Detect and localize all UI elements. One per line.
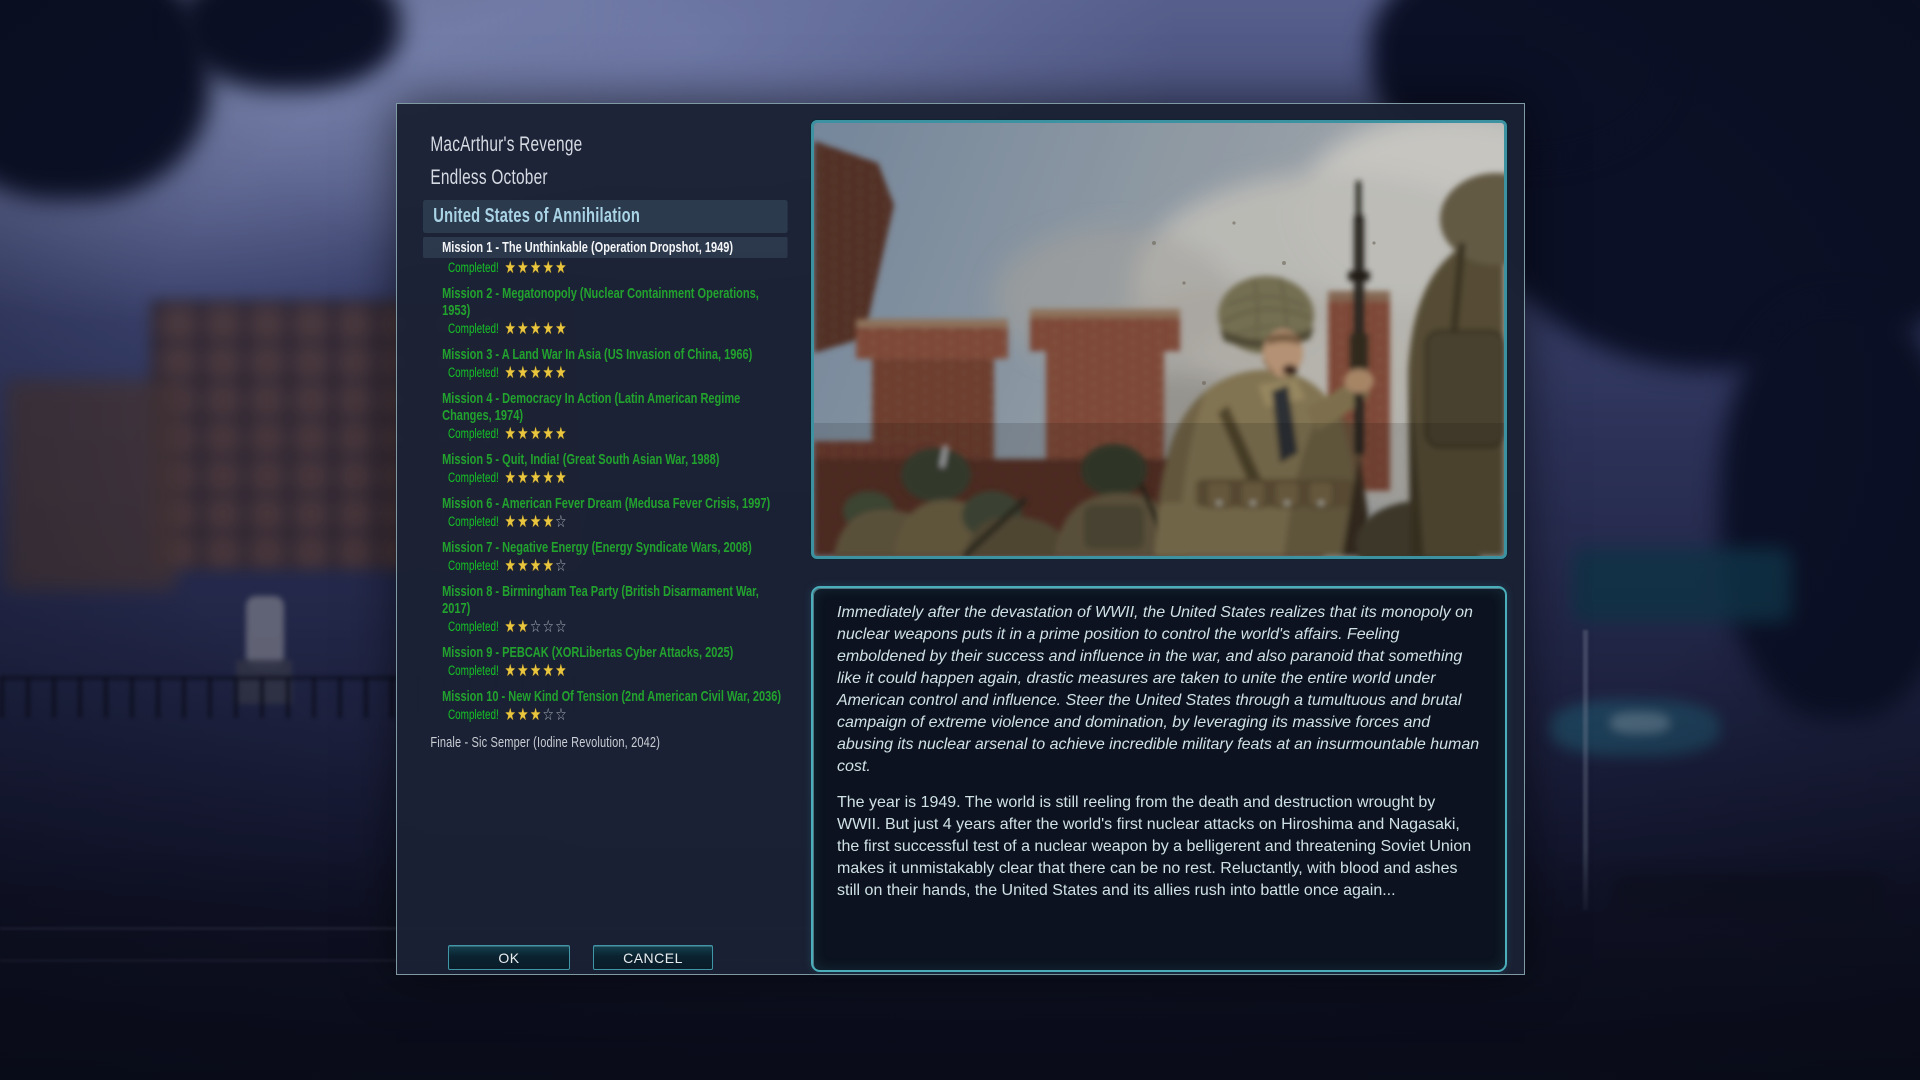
- mission-list-item[interactable]: Mission 5 - Quit, India! (Great South As…: [423, 451, 788, 487]
- mission-star-rating: ★★★★★: [505, 470, 568, 486]
- mission-title[interactable]: Mission 2 - Megatonopoly (Nuclear Contai…: [442, 285, 787, 319]
- mission-list-item[interactable]: Mission 10 - New Kind Of Tension (2nd Am…: [423, 688, 788, 724]
- mission-status-row: Completed! ★★★★★: [448, 258, 788, 277]
- mission-title[interactable]: Mission 7 - Negative Energy (Energy Synd…: [442, 539, 787, 556]
- mission-title[interactable]: Mission 9 - PEBCAK (XORLibertas Cyber At…: [442, 644, 787, 661]
- star-filled-icons: ★★: [505, 617, 530, 636]
- mission-status-row: Completed! ★★★★★: [448, 424, 788, 443]
- mission-star-rating: ★★★☆☆: [505, 707, 568, 723]
- mission-title[interactable]: Mission 3 - A Land War In Asia (US Invas…: [442, 346, 787, 363]
- mission-completed-label: Completed!: [448, 260, 499, 276]
- mission-completed-label: Completed!: [448, 514, 499, 530]
- mission-completed-label: Completed!: [448, 365, 499, 381]
- mission-list-item[interactable]: Mission 1 - The Unthinkable (Operation D…: [423, 237, 788, 277]
- ok-button[interactable]: OK: [448, 945, 570, 970]
- campaign-select-dialog: MacArthur's Revenge Endless October Unit…: [396, 103, 1525, 975]
- star-empty-icons: ☆: [555, 512, 568, 531]
- mission-status-row: Completed! ★★★★☆: [448, 512, 788, 531]
- mission-list: Mission 1 - The Unthinkable (Operation D…: [423, 237, 788, 724]
- mission-list-item[interactable]: Mission 8 - Birmingham Tea Party (Britis…: [423, 583, 788, 636]
- mission-star-rating: ★★★★☆: [505, 558, 568, 574]
- star-filled-icons: ★★★★★: [505, 319, 568, 338]
- mission-completed-label: Completed!: [448, 470, 499, 486]
- mission-list-item[interactable]: Mission 3 - A Land War In Asia (US Invas…: [423, 346, 788, 382]
- mission-status-row: Completed! ★★★★★: [448, 363, 788, 382]
- mission-list-item[interactable]: Mission 9 - PEBCAK (XORLibertas Cyber At…: [423, 644, 788, 680]
- campaign-description-panel: Immediately after the devastation of WWI…: [811, 586, 1507, 972]
- star-filled-icons: ★★★★★: [505, 363, 568, 382]
- mission-star-rating: ★★★★★: [505, 321, 568, 337]
- finale-item[interactable]: Finale - Sic Semper (Iodine Revolution, …: [430, 734, 787, 751]
- mission-star-rating: ★★★★☆: [505, 514, 568, 530]
- mission-status-row: Completed! ★★★★★: [448, 319, 788, 338]
- mission-title[interactable]: Mission 1 - The Unthinkable (Operation D…: [423, 237, 788, 258]
- mission-completed-label: Completed!: [448, 663, 499, 679]
- star-filled-icons: ★★★★: [505, 512, 556, 531]
- mission-list-item[interactable]: Mission 7 - Negative Energy (Energy Synd…: [423, 539, 788, 575]
- star-filled-icons: ★★★★★: [505, 258, 568, 277]
- star-filled-icons: ★★★: [505, 705, 543, 724]
- campaign-item[interactable]: Endless October: [430, 161, 787, 194]
- mission-list-item[interactable]: Mission 6 - American Fever Dream (Medusa…: [423, 495, 788, 531]
- wwii-rooftop-battle-photo: [814, 123, 1504, 556]
- mission-list-item[interactable]: Mission 2 - Megatonopoly (Nuclear Contai…: [423, 285, 788, 338]
- mission-star-rating: ★★★★★: [505, 663, 568, 679]
- campaign-list: MacArthur's Revenge Endless October Unit…: [423, 128, 788, 751]
- mission-title[interactable]: Mission 8 - Birmingham Tea Party (Britis…: [442, 583, 787, 617]
- mission-completed-label: Completed!: [448, 619, 499, 635]
- mission-completed-label: Completed!: [448, 707, 499, 723]
- mission-star-rating: ★★★★★: [505, 426, 568, 442]
- star-empty-icons: ☆: [555, 556, 568, 575]
- campaign-image-panel: [811, 120, 1507, 559]
- star-filled-icons: ★★★★★: [505, 468, 568, 487]
- mission-list-item[interactable]: Mission 4 - Democracy In Action (Latin A…: [423, 390, 788, 443]
- star-empty-icons: ☆☆☆: [530, 617, 568, 636]
- mission-completed-label: Completed!: [448, 558, 499, 574]
- mission-title[interactable]: Mission 5 - Quit, India! (Great South As…: [442, 451, 787, 468]
- mission-status-row: Completed! ★★★★★: [448, 468, 788, 487]
- description-paragraph-italic: Immediately after the devastation of WWI…: [837, 602, 1481, 778]
- mission-title[interactable]: Mission 6 - American Fever Dream (Medusa…: [442, 495, 787, 512]
- star-filled-icons: ★★★★: [505, 556, 556, 575]
- description-paragraph: The year is 1949. The world is still ree…: [837, 792, 1481, 902]
- mission-completed-label: Completed!: [448, 321, 499, 337]
- mission-completed-label: Completed!: [448, 426, 499, 442]
- mission-star-rating: ★★☆☆☆: [505, 619, 568, 635]
- mission-status-row: Completed! ★★★★★: [448, 661, 788, 680]
- mission-title[interactable]: Mission 4 - Democracy In Action (Latin A…: [442, 390, 787, 424]
- mission-title[interactable]: Mission 10 - New Kind Of Tension (2nd Am…: [442, 688, 787, 705]
- game-screen: { "campaign_select": { "campaigns": [ { …: [0, 0, 1920, 1080]
- star-empty-icons: ☆☆: [543, 705, 568, 724]
- star-filled-icons: ★★★★★: [505, 424, 568, 443]
- star-filled-icons: ★★★★★: [505, 661, 568, 680]
- campaign-item-selected[interactable]: United States of Annihilation: [423, 200, 788, 233]
- mission-status-row: Completed! ★★★★☆: [448, 556, 788, 575]
- mission-status-row: Completed! ★★★☆☆: [448, 705, 788, 724]
- mission-status-row: Completed! ★★☆☆☆: [448, 617, 788, 636]
- mission-star-rating: ★★★★★: [505, 365, 568, 381]
- campaign-item[interactable]: MacArthur's Revenge: [430, 128, 787, 161]
- mission-star-rating: ★★★★★: [505, 260, 568, 276]
- cancel-button[interactable]: CANCEL: [593, 945, 713, 970]
